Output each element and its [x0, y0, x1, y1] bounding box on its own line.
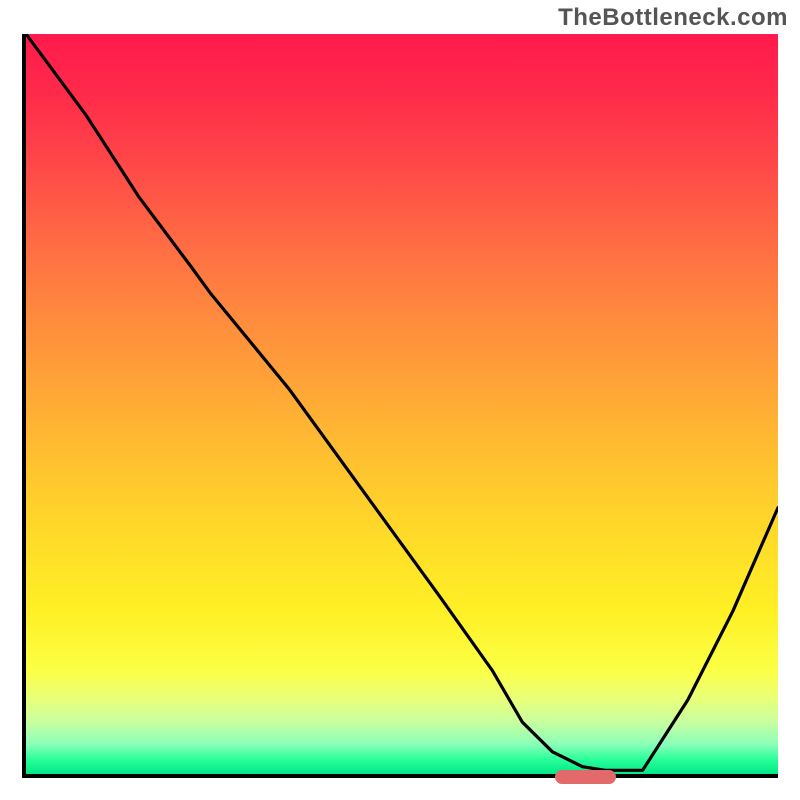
chart-container: TheBottleneck.com: [0, 0, 800, 800]
optimal-marker: [555, 770, 615, 784]
gradient-background: [26, 34, 778, 774]
watermark-text: TheBottleneck.com: [558, 4, 788, 32]
plot-area: [22, 34, 778, 778]
